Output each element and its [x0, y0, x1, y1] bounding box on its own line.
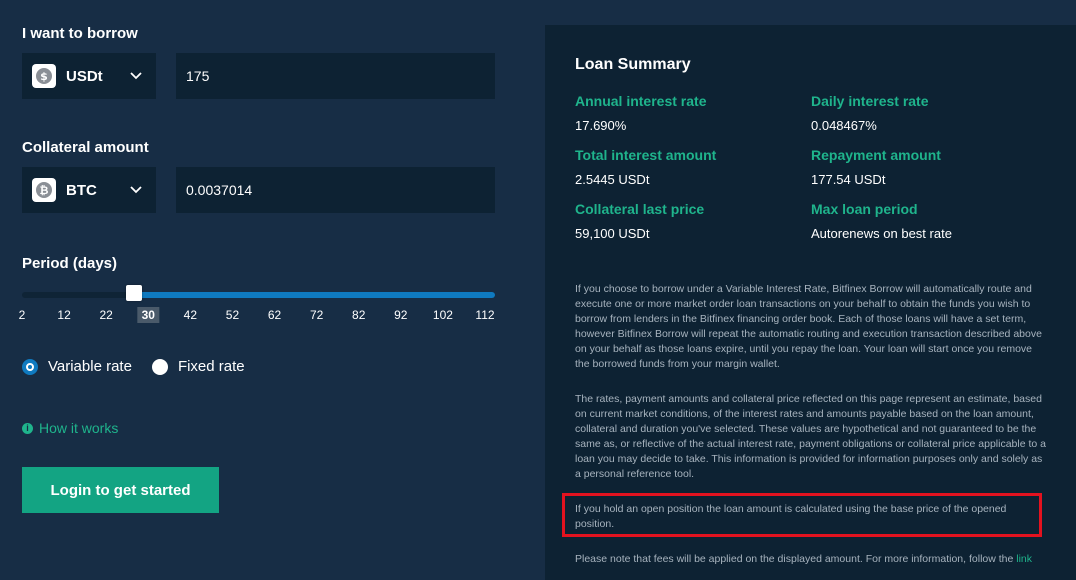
rate-type-group: Variable rate Fixed rate [22, 358, 265, 375]
period-tick-label: 82 [352, 308, 366, 322]
period-tick-label: 112 [475, 308, 495, 322]
borrow-amount-input[interactable]: 175 [176, 53, 495, 99]
collateral-currency-select[interactable]: ₿ BTC [22, 167, 156, 213]
fees-note: Please note that fees will be applied on… [575, 552, 1047, 567]
borrow-currency-select[interactable]: $ USDt [22, 53, 156, 99]
stat-value: 2.5445 USDt [575, 172, 650, 187]
stat-label: Annual interest rate [575, 93, 707, 109]
fees-note-text: Please note that fees will be applied on… [575, 553, 1014, 565]
variable-rate-radio[interactable]: Variable rate [22, 358, 132, 375]
loan-form: I want to borrow $ USDt 175 Collateral a… [0, 0, 530, 580]
variable-rate-label: Variable rate [48, 358, 132, 375]
period-tick-label: 62 [267, 308, 282, 322]
period-tick-label: 92 [394, 308, 408, 322]
chevron-down-icon [126, 72, 146, 80]
stat-value: 177.54 USDt [811, 172, 886, 187]
radio-unselected-icon [151, 358, 168, 375]
period-label: Period (days) [22, 255, 118, 272]
fixed-rate-radio[interactable]: Fixed rate [151, 358, 245, 375]
loan-summary-title: Loan Summary [575, 56, 691, 73]
open-position-note: If you hold an open position the loan am… [575, 503, 1007, 530]
radio-selected-icon [22, 358, 38, 375]
period-slider[interactable] [22, 285, 495, 301]
borrow-label: I want to borrow [22, 25, 138, 42]
period-tick-label: 72 [309, 308, 324, 322]
period-tick-label: 2 [18, 308, 26, 322]
stat-label: Max loan period [811, 201, 918, 217]
stat-value: 59,100 USDt [575, 226, 650, 241]
collateral-currency-code: BTC [66, 181, 97, 199]
period-tick-label: 12 [57, 308, 71, 322]
chevron-down-icon [126, 186, 146, 194]
period-slider-fill [133, 292, 495, 298]
stat-label: Daily interest rate [811, 93, 929, 109]
fixed-rate-label: Fixed rate [177, 358, 245, 375]
variable-rate-disclaimer: If you choose to borrow under a Variable… [575, 283, 1042, 370]
borrow-currency-code: USDt [66, 67, 103, 85]
usdt-coin-icon: $ [32, 64, 56, 88]
stat-value: 17.690% [575, 118, 627, 133]
period-tick-label: 30 [137, 307, 159, 323]
fees-info-link[interactable]: link [1016, 553, 1032, 565]
period-tick-label: 102 [432, 308, 453, 322]
period-slider-handle[interactable] [125, 285, 142, 301]
login-button[interactable]: Login to get started [22, 467, 219, 513]
collateral-label: Collateral amount [22, 139, 149, 156]
stat-label: Collateral last price [575, 201, 705, 217]
period-tick-label: 22 [99, 308, 113, 322]
how-it-works-text: How it works [39, 420, 119, 436]
period-tick-label: 42 [183, 308, 198, 322]
period-ticks: 2 12 22 30 42 52 62 72 82 92 102 112 [18, 307, 495, 323]
estimate-disclaimer: The rates, payment amounts and collatera… [575, 393, 1046, 480]
how-it-works-link[interactable]: i How it works [22, 420, 118, 436]
period-tick-label: 52 [225, 308, 240, 322]
stat-label: Total interest amount [575, 147, 717, 163]
stat-value: Autorenews on best rate [811, 226, 952, 241]
stat-value: 0.048467% [811, 118, 877, 133]
btc-coin-icon: ₿ [32, 178, 56, 202]
stat-label: Repayment amount [811, 147, 941, 163]
collateral-amount-input[interactable]: 0.0037014 [176, 167, 495, 213]
loan-summary-panel: Loan Summary Annual interest rate 17.690… [545, 25, 1076, 580]
info-icon: i [22, 422, 33, 434]
